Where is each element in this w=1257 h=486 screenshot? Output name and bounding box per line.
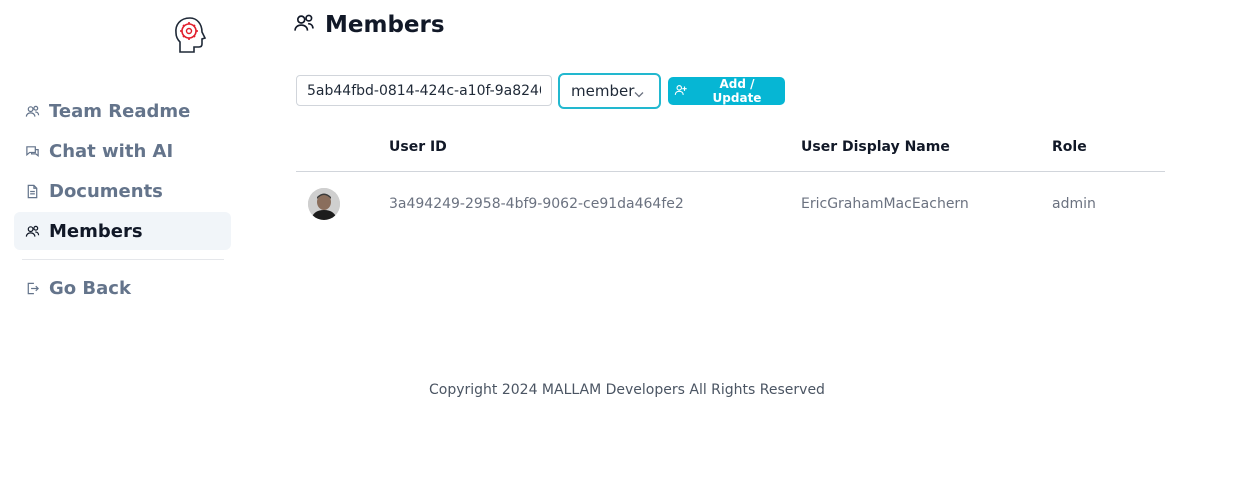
go-back-link[interactable]: Go Back <box>14 269 231 307</box>
role-select[interactable]: member <box>558 73 661 109</box>
sidebar-item-label: Chat with AI <box>49 140 174 162</box>
table-header-divider <box>296 171 1165 172</box>
column-header-user-id: User ID <box>389 139 447 155</box>
document-icon <box>25 184 40 199</box>
sidebar-item-chat-with-ai[interactable]: Chat with AI <box>14 132 231 170</box>
sidebar-item-documents[interactable]: Documents <box>14 172 231 210</box>
column-header-role: Role <box>1052 139 1087 155</box>
cell-user-id: 3a494249-2958-4bf9-9062-ce91da464fe2 <box>389 196 684 212</box>
column-header-display-name: User Display Name <box>801 139 950 155</box>
sidebar-item-label: Documents <box>49 180 163 202</box>
add-user-icon <box>674 83 695 100</box>
sidebar-nav: Team Readme Chat with AI Documents Membe… <box>14 92 231 252</box>
sidebar-divider <box>22 259 224 260</box>
sidebar-item-label: Team Readme <box>49 100 191 122</box>
cell-display-name: EricGrahamMacEachern <box>801 196 969 212</box>
add-update-button[interactable]: Add / Update <box>668 77 785 105</box>
role-select-value: member <box>571 82 635 100</box>
copyright-footer: Copyright 2024 MALLAM Developers All Rig… <box>429 382 825 398</box>
users-icon <box>25 224 40 239</box>
go-back-label: Go Back <box>49 277 131 299</box>
sidebar-item-team-readme[interactable]: Team Readme <box>14 92 231 130</box>
cell-role: admin <box>1052 196 1096 212</box>
page-title: Members <box>325 12 445 38</box>
sidebar-item-label: Members <box>49 220 143 242</box>
user-id-input[interactable] <box>296 75 552 106</box>
exit-icon <box>25 281 40 296</box>
chat-icon <box>25 144 40 159</box>
avatar <box>308 188 340 220</box>
chevron-down-icon <box>633 86 645 104</box>
sidebar-item-members[interactable]: Members <box>14 212 231 250</box>
users-icon <box>25 104 40 119</box>
add-update-label: Add / Update <box>712 77 762 105</box>
app-logo-icon[interactable] <box>170 14 212 56</box>
page-header: Members <box>293 12 445 38</box>
users-icon <box>293 12 325 38</box>
